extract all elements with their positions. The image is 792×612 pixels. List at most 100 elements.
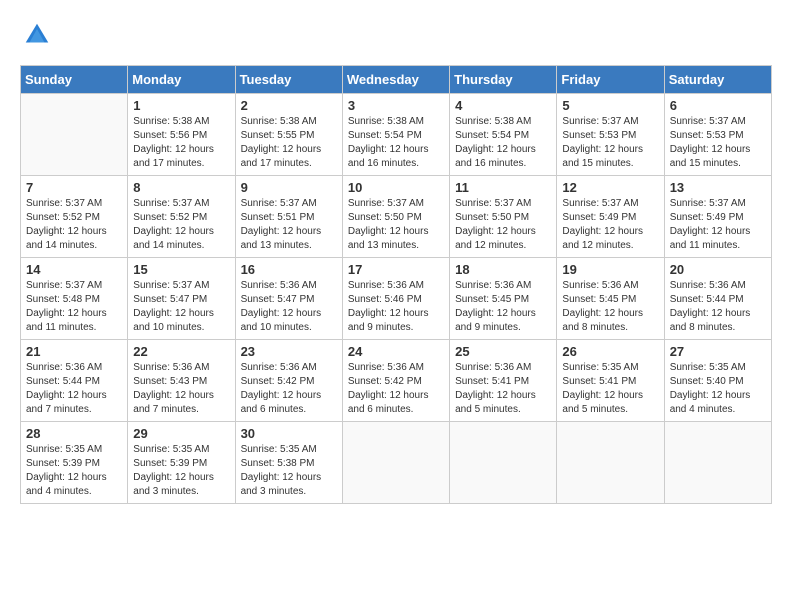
calendar-cell — [557, 422, 664, 504]
column-header-saturday: Saturday — [664, 66, 771, 94]
day-number: 16 — [241, 262, 337, 277]
calendar-cell: 17Sunrise: 5:36 AM Sunset: 5:46 PM Dayli… — [342, 258, 449, 340]
calendar-cell: 23Sunrise: 5:36 AM Sunset: 5:42 PM Dayli… — [235, 340, 342, 422]
calendar-cell: 22 Sunrise: 5:36 AM Sunset: 5:43 PM Dayli… — [128, 340, 235, 422]
day-info: Sunrise: 5:38 AM Sunset: 5:54 PM Dayligh… — [455, 115, 551, 171]
column-header-tuesday: Tuesday — [235, 66, 342, 94]
day-info: Sunrise: 5:38 AM Sunset: 5:56 PM Dayligh… — [133, 115, 229, 171]
day-info: Sunrise: 5:37 AM Sunset: 5:47 PM Dayligh… — [133, 279, 229, 335]
column-header-thursday: Thursday — [450, 66, 557, 94]
logo-icon — [22, 20, 52, 50]
day-number: 12 — [562, 180, 658, 195]
day-number: 19 — [562, 262, 658, 277]
calendar-cell: 20 Sunrise: 5:36 AM Sunset: 5:44 PM Dayli… — [664, 258, 771, 340]
day-number: 9 — [241, 180, 337, 195]
calendar-cell: 28 Sunrise: 5:35 AM Sunset: 5:39 PM Dayli… — [21, 422, 128, 504]
day-number: 6 — [670, 98, 766, 113]
calendar-cell: 14 Sunrise: 5:37 AM Sunset: 5:48 PM Dayli… — [21, 258, 128, 340]
calendar-cell: 5 Sunrise: 5:37 AM Sunset: 5:53 PM Daylig… — [557, 94, 664, 176]
calendar-cell: 8 Sunrise: 5:37 AM Sunset: 5:52 PM Daylig… — [128, 176, 235, 258]
calendar-cell: 9 Sunrise: 5:37 AM Sunset: 5:51 PM Daylig… — [235, 176, 342, 258]
day-number: 21 — [26, 344, 122, 359]
calendar-cell: 1 Sunrise: 5:38 AM Sunset: 5:56 PM Daylig… — [128, 94, 235, 176]
day-number: 2 — [241, 98, 337, 113]
day-number: 26 — [562, 344, 658, 359]
day-info: Sunrise: 5:36 AM Sunset: 5:47 PM Dayligh… — [241, 279, 337, 335]
column-header-friday: Friday — [557, 66, 664, 94]
day-info: Sunrise: 5:36 AM Sunset: 5:45 PM Dayligh… — [455, 279, 551, 335]
day-info: Sunrise: 5:35 AM Sunset: 5:39 PM Dayligh… — [26, 443, 122, 499]
day-number: 11 — [455, 180, 551, 195]
day-info: Sunrise: 5:37 AM Sunset: 5:48 PM Dayligh… — [26, 279, 122, 335]
calendar-cell — [342, 422, 449, 504]
day-number: 24 — [348, 344, 444, 359]
day-number: 27 — [670, 344, 766, 359]
day-info: Sunrise: 5:36 AM Sunset: 5:43 PM Dayligh… — [133, 361, 229, 417]
day-info: Sunrise: 5:37 AM Sunset: 5:50 PM Dayligh… — [348, 197, 444, 253]
day-number: 4 — [455, 98, 551, 113]
calendar-table: SundayMondayTuesdayWednesdayThursdayFrid… — [20, 65, 772, 504]
calendar-cell: 11Sunrise: 5:37 AM Sunset: 5:50 PM Dayli… — [450, 176, 557, 258]
day-number: 15 — [133, 262, 229, 277]
day-info: Sunrise: 5:36 AM Sunset: 5:42 PM Dayligh… — [348, 361, 444, 417]
day-info: Sunrise: 5:36 AM Sunset: 5:44 PM Dayligh… — [26, 361, 122, 417]
day-info: Sunrise: 5:36 AM Sunset: 5:45 PM Dayligh… — [562, 279, 658, 335]
calendar-header-row: SundayMondayTuesdayWednesdayThursdayFrid… — [21, 66, 772, 94]
calendar-cell: 13 Sunrise: 5:37 AM Sunset: 5:49 PM Dayli… — [664, 176, 771, 258]
day-number: 30 — [241, 426, 337, 441]
day-info: Sunrise: 5:36 AM Sunset: 5:41 PM Dayligh… — [455, 361, 551, 417]
day-number: 1 — [133, 98, 229, 113]
day-number: 20 — [670, 262, 766, 277]
calendar-week-row: 1 Sunrise: 5:38 AM Sunset: 5:56 PM Daylig… — [21, 94, 772, 176]
calendar-cell: 15 Sunrise: 5:37 AM Sunset: 5:47 PM Dayli… — [128, 258, 235, 340]
day-info: Sunrise: 5:36 AM Sunset: 5:42 PM Dayligh… — [241, 361, 337, 417]
column-header-monday: Monday — [128, 66, 235, 94]
day-info: Sunrise: 5:35 AM Sunset: 5:40 PM Dayligh… — [670, 361, 766, 417]
calendar-cell: 18 Sunrise: 5:36 AM Sunset: 5:45 PM Dayli… — [450, 258, 557, 340]
day-number: 10 — [348, 180, 444, 195]
day-number: 8 — [133, 180, 229, 195]
day-number: 29 — [133, 426, 229, 441]
calendar-cell: 2 Sunrise: 5:38 AM Sunset: 5:55 PM Daylig… — [235, 94, 342, 176]
column-header-wednesday: Wednesday — [342, 66, 449, 94]
column-header-sunday: Sunday — [21, 66, 128, 94]
calendar-cell: 3Sunrise: 5:38 AM Sunset: 5:54 PM Daylig… — [342, 94, 449, 176]
day-info: Sunrise: 5:38 AM Sunset: 5:55 PM Dayligh… — [241, 115, 337, 171]
calendar-week-row: 7 Sunrise: 5:37 AM Sunset: 5:52 PM Daylig… — [21, 176, 772, 258]
day-info: Sunrise: 5:37 AM Sunset: 5:53 PM Dayligh… — [562, 115, 658, 171]
calendar-cell: 24 Sunrise: 5:36 AM Sunset: 5:42 PM Dayli… — [342, 340, 449, 422]
day-number: 14 — [26, 262, 122, 277]
day-info: Sunrise: 5:36 AM Sunset: 5:44 PM Dayligh… — [670, 279, 766, 335]
day-number: 18 — [455, 262, 551, 277]
day-number: 13 — [670, 180, 766, 195]
calendar-cell: 29 Sunrise: 5:35 AM Sunset: 5:39 PM Dayli… — [128, 422, 235, 504]
day-info: Sunrise: 5:37 AM Sunset: 5:49 PM Dayligh… — [562, 197, 658, 253]
day-info: Sunrise: 5:38 AM Sunset: 5:54 PM Dayligh… — [348, 115, 444, 171]
day-number: 28 — [26, 426, 122, 441]
calendar-cell: 6Sunrise: 5:37 AM Sunset: 5:53 PM Daylig… — [664, 94, 771, 176]
page-header — [20, 20, 772, 55]
day-info: Sunrise: 5:37 AM Sunset: 5:52 PM Dayligh… — [26, 197, 122, 253]
day-number: 22 — [133, 344, 229, 359]
day-info: Sunrise: 5:36 AM Sunset: 5:46 PM Dayligh… — [348, 279, 444, 335]
day-info: Sunrise: 5:37 AM Sunset: 5:49 PM Dayligh… — [670, 197, 766, 253]
day-info: Sunrise: 5:35 AM Sunset: 5:41 PM Dayligh… — [562, 361, 658, 417]
calendar-cell: 19 Sunrise: 5:36 AM Sunset: 5:45 PM Dayli… — [557, 258, 664, 340]
day-info: Sunrise: 5:37 AM Sunset: 5:51 PM Dayligh… — [241, 197, 337, 253]
calendar-cell: 12 Sunrise: 5:37 AM Sunset: 5:49 PM Dayli… — [557, 176, 664, 258]
day-number: 25 — [455, 344, 551, 359]
logo — [20, 20, 56, 55]
calendar-cell: 10 Sunrise: 5:37 AM Sunset: 5:50 PM Dayli… — [342, 176, 449, 258]
day-info: Sunrise: 5:35 AM Sunset: 5:39 PM Dayligh… — [133, 443, 229, 499]
day-info: Sunrise: 5:35 AM Sunset: 5:38 PM Dayligh… — [241, 443, 337, 499]
day-number: 7 — [26, 180, 122, 195]
calendar-cell — [450, 422, 557, 504]
day-number: 5 — [562, 98, 658, 113]
calendar-cell: 26 Sunrise: 5:35 AM Sunset: 5:41 PM Dayli… — [557, 340, 664, 422]
calendar-week-row: 28 Sunrise: 5:35 AM Sunset: 5:39 PM Dayli… — [21, 422, 772, 504]
calendar-cell — [21, 94, 128, 176]
calendar-cell: 4 Sunrise: 5:38 AM Sunset: 5:54 PM Daylig… — [450, 94, 557, 176]
calendar-cell: 27 Sunrise: 5:35 AM Sunset: 5:40 PM Dayli… — [664, 340, 771, 422]
calendar-cell: 30 Sunrise: 5:35 AM Sunset: 5:38 PM Dayli… — [235, 422, 342, 504]
day-info: Sunrise: 5:37 AM Sunset: 5:52 PM Dayligh… — [133, 197, 229, 253]
